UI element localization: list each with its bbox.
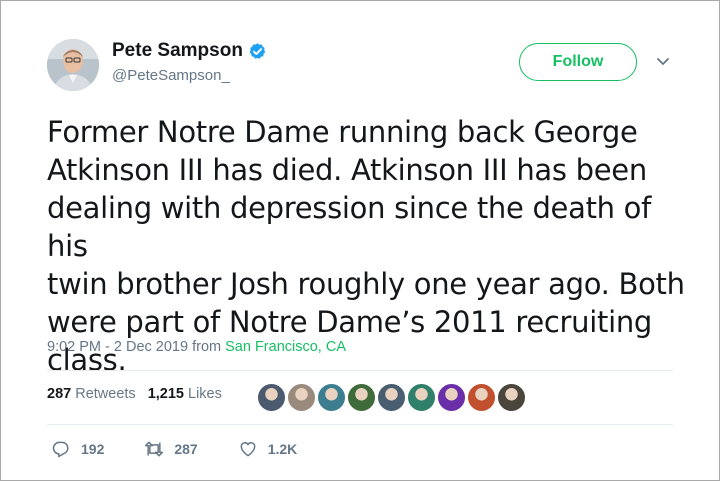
retweets-stat[interactable]: 287 Retweets (47, 386, 136, 402)
liker-avatar[interactable] (317, 383, 346, 412)
retweet-count: 287 (174, 441, 198, 457)
heart-icon (240, 442, 256, 457)
user-handle[interactable]: @PeteSampson_ (112, 67, 230, 84)
avatar-photo (47, 39, 99, 91)
verified-badge-icon (249, 42, 266, 59)
liker-avatar[interactable] (257, 383, 286, 412)
likes-stat[interactable]: 1,215 Likes (148, 386, 222, 402)
retweet-icon (145, 441, 164, 457)
location-link[interactable]: San Francisco, CA (225, 339, 346, 355)
reply-count: 192 (81, 441, 105, 457)
tweet-meta: 9:02 PM - 2 Dec 2019 from San Francisco,… (47, 339, 346, 355)
liker-avatar[interactable] (407, 383, 436, 412)
liker-avatar[interactable] (467, 383, 496, 412)
display-name-text[interactable]: Pete Sampson (112, 40, 243, 62)
likes-stat-count: 1,215 (147, 386, 184, 402)
reply-button[interactable]: 192 (51, 439, 104, 459)
follow-button[interactable]: Follow (519, 43, 637, 81)
liker-avatar[interactable] (497, 383, 526, 412)
tweet-actions: 192 287 1.2K (51, 439, 337, 459)
retweets-stat-label: Retweets (75, 386, 136, 402)
like-button[interactable]: 1.2K (238, 439, 298, 459)
like-count: 1.2K (267, 441, 298, 457)
avatar[interactable] (47, 39, 99, 91)
timestamp[interactable]: 9:02 PM - 2 Dec 2019 (47, 339, 188, 355)
engagement-stats: 287 Retweets 1,215 Likes (47, 386, 222, 402)
liker-avatar[interactable] (347, 383, 376, 412)
reply-icon (52, 441, 69, 458)
retweets-stat-count: 287 (47, 386, 72, 402)
divider (47, 370, 673, 371)
tweet-card: Pete Sampson @PeteSampson_ Follow Former… (0, 0, 720, 481)
liker-avatar[interactable] (377, 383, 406, 412)
liker-avatar[interactable] (287, 383, 316, 412)
divider (47, 424, 673, 425)
chevron-down-icon[interactable] (656, 57, 670, 67)
display-name[interactable]: Pete Sampson (112, 40, 267, 62)
retweet-button[interactable]: 287 (144, 439, 198, 459)
liker-avatars (257, 383, 526, 412)
liker-avatar[interactable] (437, 383, 466, 412)
likes-stat-label: Likes (188, 386, 222, 402)
from-label: from (192, 339, 222, 355)
